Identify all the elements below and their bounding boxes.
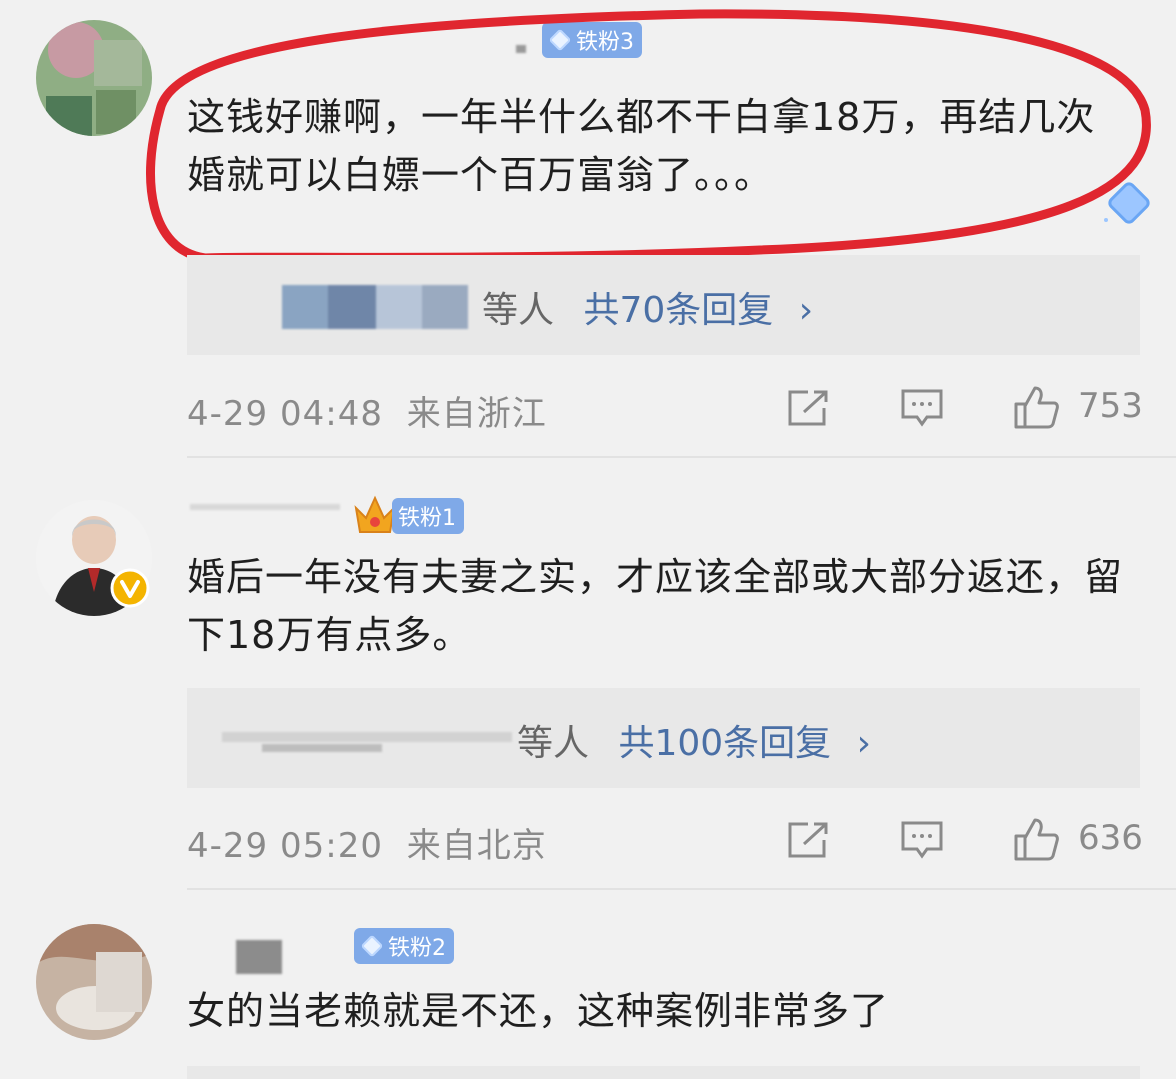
user-avatar[interactable] (36, 924, 152, 1040)
chevron-right-icon: › (798, 290, 814, 331)
fan-level-badge: 铁粉1 (392, 498, 464, 534)
reply-preview-box[interactable]: 等人 共100条回复 › (187, 688, 1140, 788)
comment-3: 铁粉2 女的当老赖就是不还，这种案例非常多了 (0, 890, 1176, 1079)
verified-badge-icon (110, 568, 150, 608)
comment-date: 4-29 04:48 (187, 394, 383, 434)
chevron-right-icon: › (856, 723, 872, 764)
comment-date: 4-29 05:20 (187, 826, 383, 866)
comment-meta: 4-29 04:48 来自浙江 (187, 386, 547, 435)
reply-preview-box[interactable] (187, 1066, 1140, 1079)
comment-icon[interactable] (900, 820, 944, 860)
username-redacted (190, 496, 350, 520)
comment-text: 婚后一年没有夫妻之实，才应该全部或大部分返还，留下18万有点多。 (187, 555, 1124, 657)
comment-location: 来自浙江 (406, 394, 547, 434)
reply-count-link[interactable]: 共70条回复 (583, 290, 773, 331)
reply-preview-box[interactable]: 等人 共70条回复 › (187, 255, 1140, 355)
like-icon[interactable] (1012, 816, 1060, 862)
reply-usernames-redacted (222, 732, 512, 752)
like-count: 753 (1078, 386, 1143, 426)
comment-meta: 4-29 05:20 来自北京 (187, 818, 547, 867)
username-redacted (236, 940, 282, 974)
comment-1: 铁粉3 这钱好赚啊，一年半什么都不干白拿18万，再结几次婚就可以白嫖一个百万富翁… (0, 0, 1176, 456)
reply-count-link[interactable]: 共100条回复 (618, 723, 831, 764)
reply-summary[interactable]: 等人 共70条回复 › (482, 281, 813, 333)
share-icon[interactable] (786, 388, 830, 428)
reply-usernames-redacted (282, 285, 468, 329)
comment-icon[interactable] (900, 388, 944, 428)
fan-level-label: 铁粉1 (398, 506, 456, 531)
reply-summary[interactable]: 等人 共100条回复 › (517, 714, 871, 766)
comment-2: 铁粉1 婚后一年没有夫妻之实，才应该全部或大部分返还，留下18万有点多。 等人 … (0, 458, 1176, 888)
fan-level-badge: 铁粉2 (354, 928, 454, 964)
comment-location: 来自北京 (406, 826, 547, 866)
like-count: 636 (1078, 818, 1143, 858)
reply-others-label: 等人 (482, 290, 555, 331)
diamond-icon (360, 934, 384, 958)
fan-level-label: 铁粉2 (388, 936, 446, 961)
avatar-image (36, 924, 152, 1040)
reply-others-label: 等人 (517, 723, 590, 764)
share-icon[interactable] (786, 820, 830, 860)
comment-text: 女的当老赖就是不还，这种案例非常多了 (187, 989, 890, 1033)
like-icon[interactable] (1012, 384, 1060, 430)
